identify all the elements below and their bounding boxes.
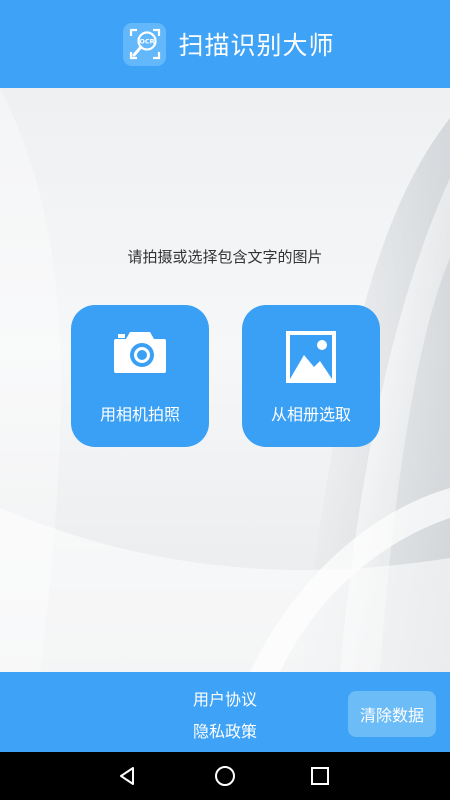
app-title: 扫描识别大师 [178, 31, 335, 60]
nav-back-button[interactable] [116, 764, 140, 788]
back-triangle-icon [120, 767, 134, 785]
logo-text: OCR [139, 38, 154, 46]
nav-home-button[interactable] [213, 764, 237, 788]
user-agreement-link[interactable]: 用户协议 [150, 686, 300, 710]
app-header: OCR 扫描识别大师 [0, 0, 450, 88]
clear-data-button[interactable]: 清除数据 [348, 691, 436, 737]
recent-square-icon [311, 767, 329, 785]
app-logo: OCR [123, 22, 167, 66]
home-circle-icon [215, 766, 235, 786]
image-icon [286, 331, 336, 383]
instruction-text: 请拍摄或选择包含文字的图片 [127, 248, 323, 266]
app-screen: OCR 扫描识别大师 请拍摄或选择包含文字的图片 用相机拍照 从相册选取 用户协… [0, 0, 450, 800]
ocr-magnifier-icon: OCR [129, 28, 161, 60]
nav-recent-apps-button[interactable] [308, 764, 332, 788]
main-panel: 请拍摄或选择包含文字的图片 用相机拍照 从相册选取 [0, 88, 450, 672]
system-navigation-bar [0, 752, 450, 800]
take-photo-label: 用相机拍照 [99, 405, 180, 424]
privacy-policy-link[interactable]: 隐私政策 [150, 718, 300, 742]
choose-from-album-button[interactable]: 从相册选取 [242, 305, 380, 447]
camera-icon [114, 332, 166, 373]
background-decoration [0, 88, 450, 672]
footer: 用户协议 隐私政策 清除数据 [0, 672, 450, 752]
choose-from-album-label: 从相册选取 [270, 405, 351, 424]
take-photo-button[interactable]: 用相机拍照 [71, 305, 209, 447]
